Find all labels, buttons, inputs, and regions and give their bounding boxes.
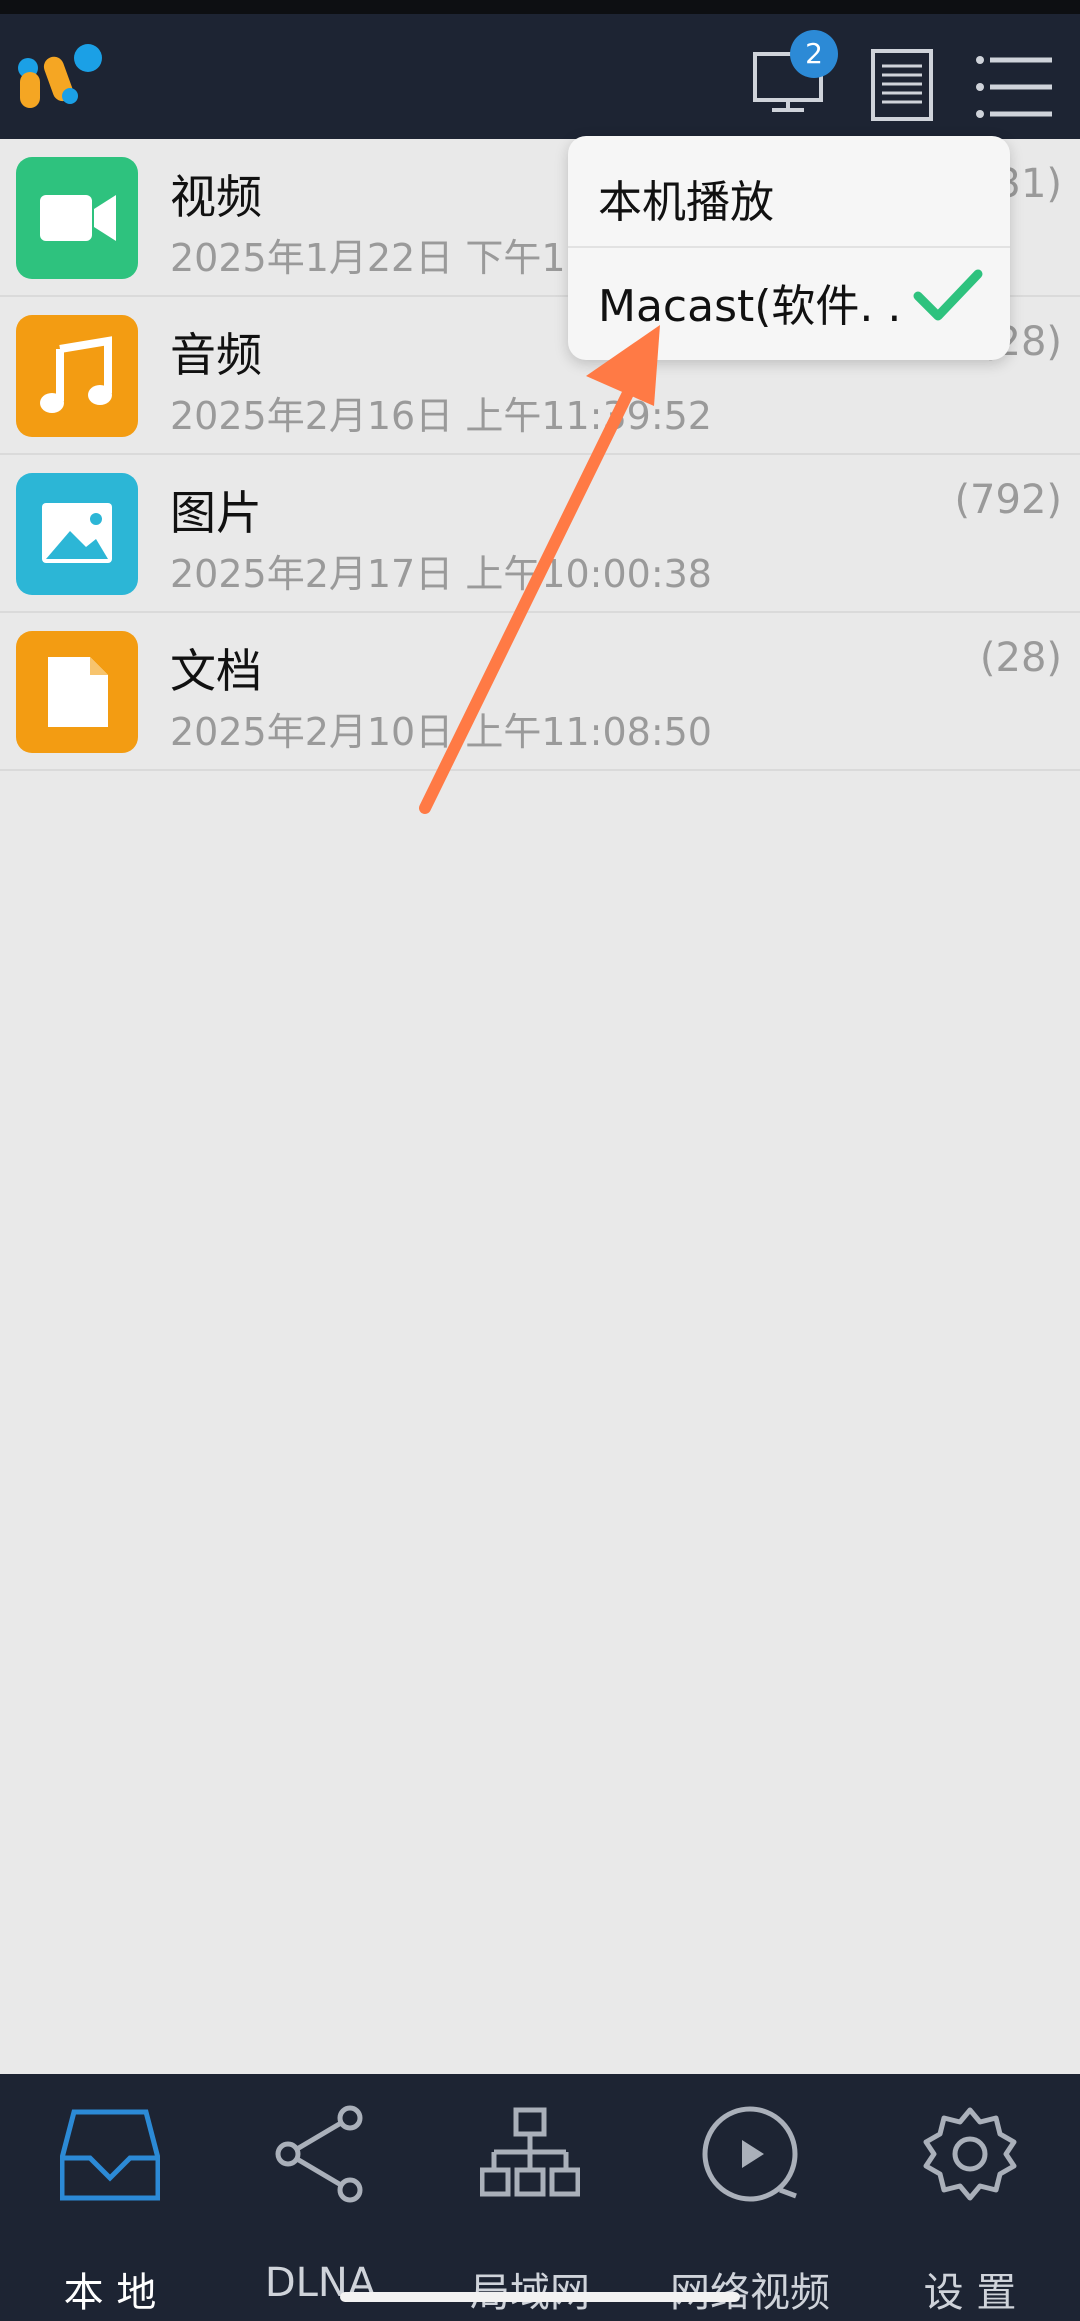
category-name: 音频 [170,328,262,382]
option-local-playback[interactable]: 本机播放 [598,166,774,230]
category-date: 2025年2月16日 上午11:39:52 [170,394,712,438]
category-name: 视频 [170,170,262,224]
category-date: 2025年2月10日 上午11:08:50 [170,710,712,754]
document-tile [16,631,138,753]
play-circle-icon [702,2106,798,2202]
category-count: (792) [954,477,1062,523]
bottom-tab-bar: 本 地 DLNA 局域网 网络视频 [0,2074,1080,2321]
image-icon [42,503,112,563]
tab-label: 局域网 [430,2260,630,2318]
status-bar [0,0,1080,14]
popup-divider [568,246,1010,248]
home-indicator[interactable] [340,2292,740,2302]
app-logo-icon [18,44,102,108]
tab-label: 本 地 [63,2270,157,2316]
inbox-icon [60,2109,160,2201]
tab-label: 网络视频 [670,2270,830,2316]
category-name: 文档 [170,644,262,698]
audio-tile [16,315,138,437]
category-name: 图片 [170,486,262,540]
video-camera-icon [40,195,116,241]
tab-local[interactable]: 本 地 [10,2094,210,2316]
gear-icon [923,2107,1017,2201]
playback-device-popup: 本机播放 Macast(软件. . [568,136,1010,360]
category-row-document[interactable]: 文档 2025年2月10日 上午11:08:50 (28) [0,613,1080,771]
playlist-icon[interactable] [870,48,934,122]
tab-dlna[interactable]: DLNA [220,2094,420,2306]
tab-label: 设 置 [923,2270,1017,2316]
checkmark-icon [913,269,983,321]
app-bar: 2 [0,14,1080,139]
category-count: (28) [979,635,1062,681]
image-tile [16,473,138,595]
share-icon [275,2105,363,2203]
music-note-icon [40,336,112,413]
tab-settings[interactable]: 设 置 [870,2094,1070,2316]
category-date: 2025年2月17日 上午10:00:38 [170,552,712,596]
tab-online-video[interactable]: 网络视频 [650,2094,850,2316]
tab-lan[interactable]: 局域网 [430,2094,630,2316]
network-icon [480,2107,580,2197]
menu-icon[interactable] [976,54,1052,120]
document-icon [48,657,108,727]
option-macast[interactable]: Macast(软件. . [598,270,901,334]
video-tile [16,157,138,279]
category-row-image[interactable]: 图片 2025年2月17日 上午10:00:38 (792) [0,455,1080,613]
cast-device-count-badge: 2 [790,30,838,78]
